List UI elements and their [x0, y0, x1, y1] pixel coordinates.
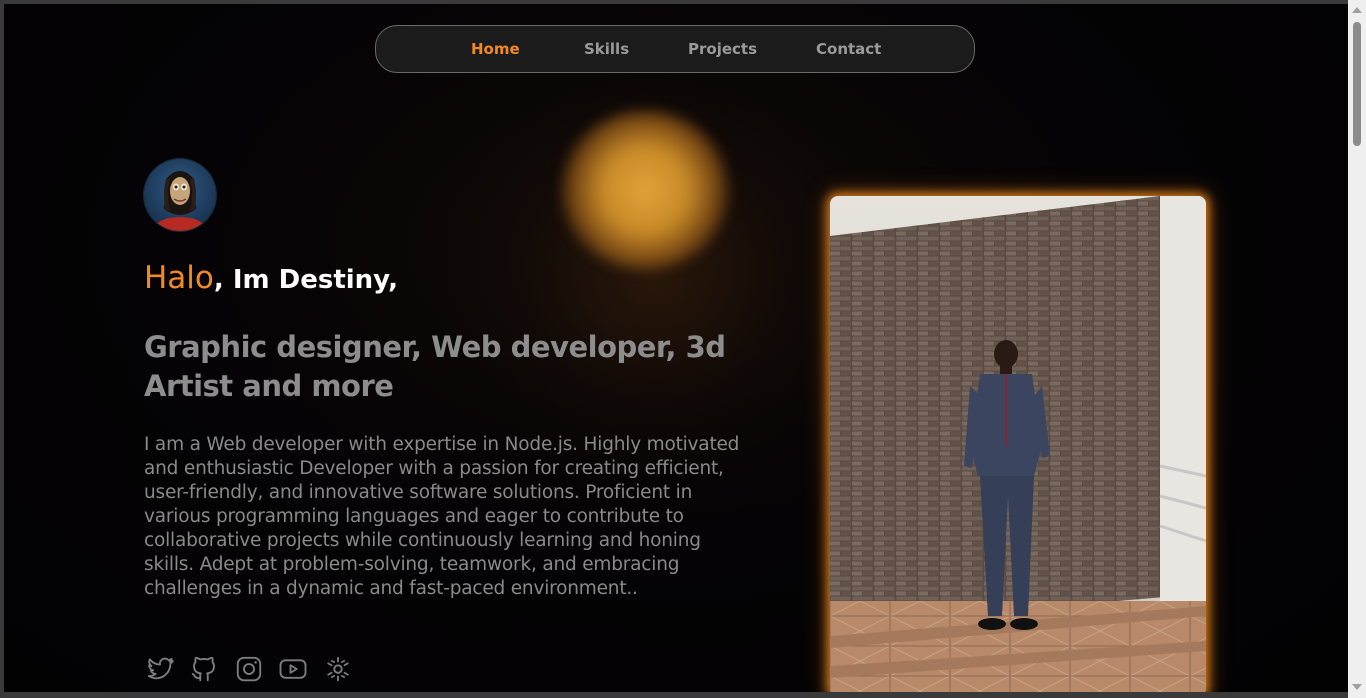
figma-link[interactable]: [323, 654, 353, 684]
nav-item-skills[interactable]: Skills: [584, 40, 629, 58]
twitter-link[interactable]: [145, 654, 175, 684]
portfolio-page: Home Skills Projects Contact Halo, Im De…: [4, 4, 1348, 692]
top-navigation: Home Skills Projects Contact: [375, 25, 975, 73]
window-frame-left: [0, 0, 4, 698]
glow-orb: [560, 110, 730, 270]
instagram-icon: [236, 656, 262, 682]
figma-icon: [327, 656, 349, 682]
browser-viewport: Home Skills Projects Contact Halo, Im De…: [0, 0, 1366, 698]
twitter-icon: [147, 657, 174, 680]
greeting-name: , Im Destiny,: [213, 265, 398, 295]
nav-item-projects[interactable]: Projects: [688, 40, 757, 58]
scrollbar-thumb[interactable]: [1353, 22, 1361, 146]
window-frame-bottom: [0, 692, 1366, 698]
hero-greeting: Halo, Im Destiny,: [144, 260, 398, 296]
youtube-icon: [279, 659, 307, 679]
github-icon: [191, 656, 215, 682]
instagram-link[interactable]: [234, 654, 264, 684]
scroll-down-arrow-icon[interactable]: [1352, 684, 1362, 690]
hero-bio: I am a Web developer with expertise in N…: [144, 434, 740, 599]
profile-photo-image: [830, 196, 1206, 692]
youtube-link[interactable]: [278, 654, 308, 684]
window-frame-top: [0, 0, 1366, 4]
nav-item-home[interactable]: Home: [471, 40, 520, 58]
greeting-highlight: Halo: [144, 260, 214, 296]
nav-item-contact[interactable]: Contact: [816, 40, 881, 58]
hero-role-heading: Graphic designer, Web developer, 3d Arti…: [144, 330, 726, 403]
avatar: [144, 159, 216, 231]
profile-photo: [830, 196, 1206, 692]
scroll-up-arrow-icon[interactable]: [1352, 7, 1362, 13]
avatar-character-image: [156, 171, 204, 231]
github-link[interactable]: [189, 654, 219, 684]
vertical-scrollbar[interactable]: [1348, 0, 1366, 698]
